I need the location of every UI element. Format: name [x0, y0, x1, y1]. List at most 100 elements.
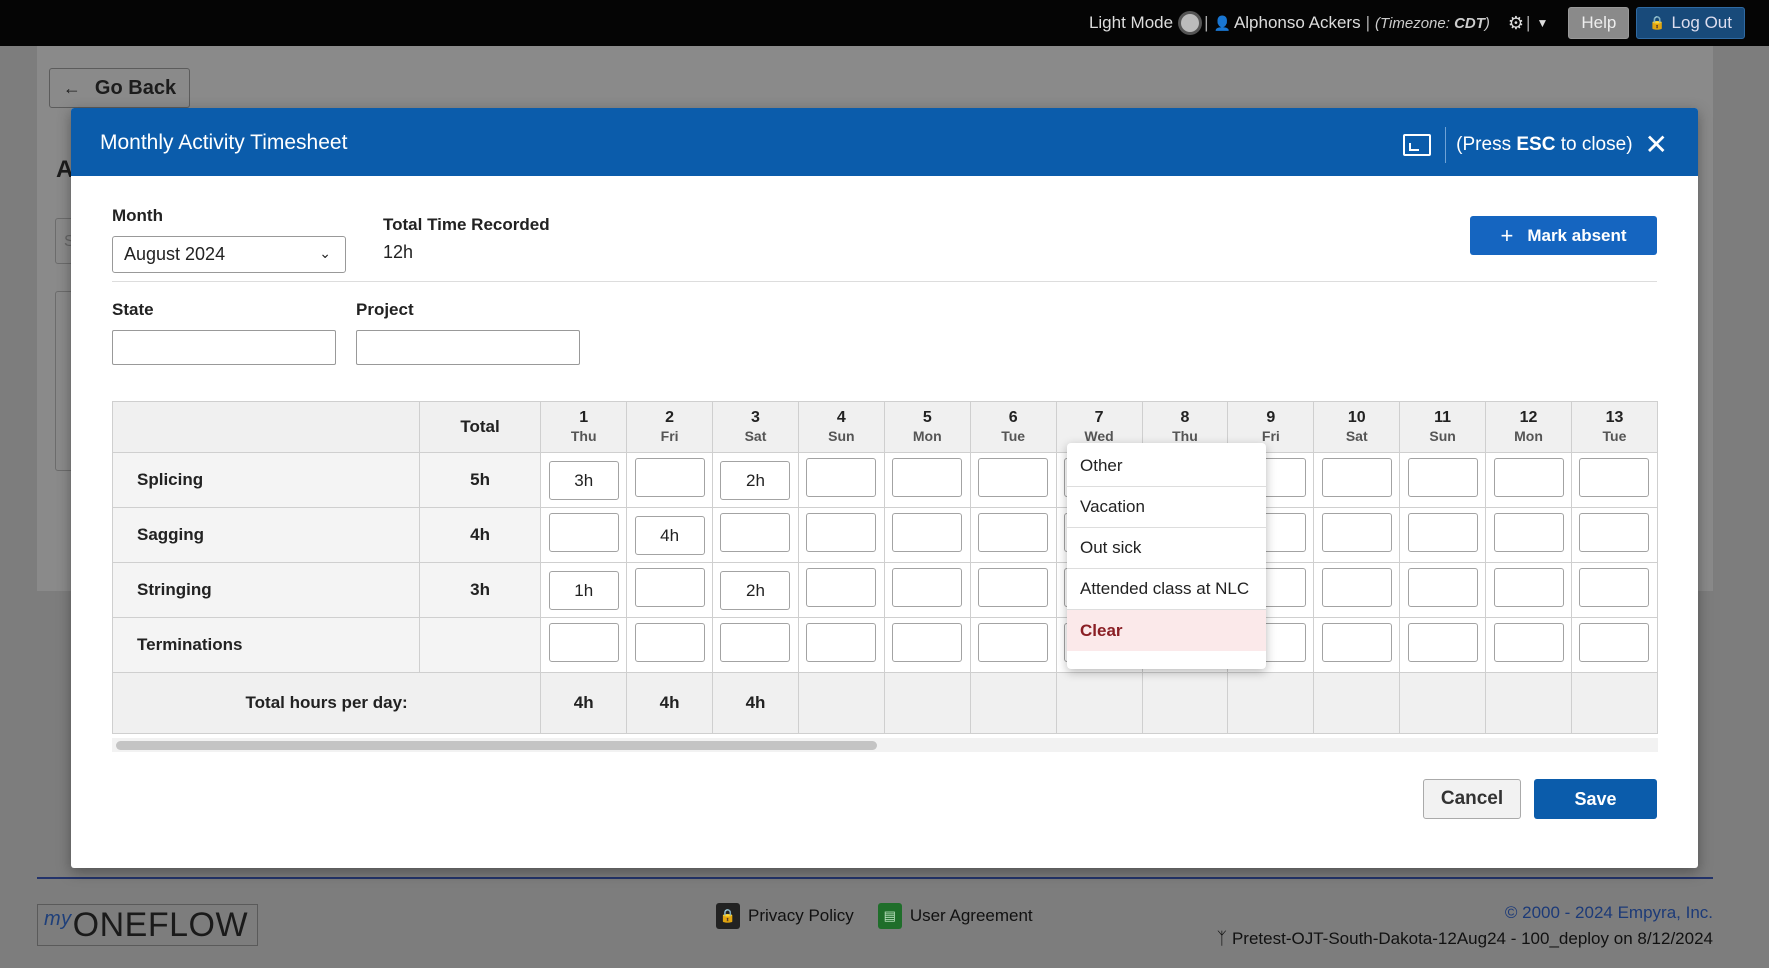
- hours-input[interactable]: [635, 623, 705, 662]
- hours-input[interactable]: [1494, 568, 1564, 607]
- go-back-button[interactable]: ← Go Back: [49, 68, 190, 108]
- privacy-policy-link[interactable]: 🔒 Privacy Policy: [716, 903, 854, 929]
- mark-absent-button[interactable]: + Mark absent: [1470, 216, 1657, 255]
- activity-total: [419, 618, 540, 673]
- hours-input[interactable]: [978, 623, 1048, 662]
- hours-cell: [541, 508, 627, 563]
- separator: |: [1526, 13, 1530, 33]
- save-button[interactable]: Save: [1534, 779, 1657, 819]
- hours-cell: [884, 508, 970, 563]
- hours-input[interactable]: [806, 513, 876, 552]
- hours-input[interactable]: [1408, 623, 1478, 662]
- day-weekday: Thu: [1143, 428, 1228, 444]
- hours-input[interactable]: [720, 513, 790, 552]
- hours-input[interactable]: [1579, 623, 1649, 662]
- separator: |: [1204, 13, 1208, 33]
- hours-cell: [1314, 618, 1400, 673]
- hours-input[interactable]: 1h: [549, 571, 619, 610]
- scrollbar-thumb[interactable]: [116, 741, 877, 750]
- hours-input[interactable]: [1408, 513, 1478, 552]
- hours-input[interactable]: [1408, 458, 1478, 497]
- user-agreement-link[interactable]: ▤ User Agreement: [878, 903, 1033, 929]
- help-button[interactable]: Help: [1568, 7, 1629, 39]
- hours-cell: [1571, 563, 1657, 618]
- cancel-button[interactable]: Cancel: [1423, 779, 1521, 819]
- copyright: © 2000 - 2024 Empyra, Inc.: [1505, 903, 1713, 923]
- month-select[interactable]: August 2024 ⌄: [112, 236, 346, 273]
- project-input[interactable]: [356, 330, 580, 365]
- modal-header: Monthly Activity Timesheet (Press ESC to…: [71, 108, 1698, 176]
- day-total: [1400, 673, 1486, 734]
- activity-label: Stringing: [113, 563, 420, 618]
- hours-input[interactable]: [1579, 458, 1649, 497]
- hours-input[interactable]: [1322, 513, 1392, 552]
- hours-input[interactable]: [1322, 623, 1392, 662]
- menu-item-clear[interactable]: Clear: [1067, 610, 1266, 651]
- day-weekday: Wed: [1057, 428, 1142, 444]
- hours-input[interactable]: [892, 623, 962, 662]
- hours-input[interactable]: [1494, 623, 1564, 662]
- hours-input[interactable]: 3h: [549, 461, 619, 500]
- total-time-value: 12h: [383, 242, 413, 263]
- hours-input[interactable]: [635, 568, 705, 607]
- light-mode-label: Light Mode: [1089, 13, 1173, 33]
- day-total: [1571, 673, 1657, 734]
- hours-input[interactable]: 2h: [720, 461, 790, 500]
- expand-icon[interactable]: [1403, 134, 1431, 156]
- hours-input[interactable]: 4h: [635, 516, 705, 555]
- activity-label: Terminations: [113, 618, 420, 673]
- hours-input[interactable]: [806, 568, 876, 607]
- hours-input[interactable]: [1494, 458, 1564, 497]
- hours-input[interactable]: [1322, 458, 1392, 497]
- day-weekday: Tue: [971, 428, 1056, 444]
- lock-icon: 🔒: [1649, 15, 1665, 31]
- hours-input[interactable]: [1579, 568, 1649, 607]
- hours-input[interactable]: [978, 513, 1048, 552]
- hours-input[interactable]: [892, 513, 962, 552]
- hours-input[interactable]: [1322, 568, 1392, 607]
- day-header: 3Sat: [713, 402, 799, 453]
- day-number: 1: [541, 410, 626, 426]
- hours-input[interactable]: 2h: [720, 571, 790, 610]
- state-input[interactable]: [112, 330, 336, 365]
- plus-icon: +: [1500, 223, 1513, 249]
- hours-input[interactable]: [1408, 568, 1478, 607]
- state-label: State: [112, 300, 154, 320]
- hours-cell: [1400, 618, 1486, 673]
- hours-cell: [1314, 508, 1400, 563]
- day-number: 3: [713, 410, 798, 426]
- hours-input[interactable]: [1579, 513, 1649, 552]
- hours-cell: [1486, 508, 1572, 563]
- menu-item-attended-class[interactable]: Attended class at NLC: [1067, 569, 1266, 610]
- gear-icon[interactable]: ⚙: [1508, 13, 1524, 34]
- close-icon[interactable]: ✕: [1645, 135, 1668, 155]
- day-total: [1314, 673, 1400, 734]
- hours-input[interactable]: [549, 623, 619, 662]
- hours-cell: 2h: [713, 453, 799, 508]
- hours-input[interactable]: [1494, 513, 1564, 552]
- totals-row: Total hours per day:4h4h4h: [113, 673, 1658, 734]
- day-number: 2: [627, 410, 712, 426]
- day-number: 12: [1486, 410, 1571, 426]
- hours-input[interactable]: [978, 458, 1048, 497]
- hours-input[interactable]: [635, 458, 705, 497]
- hours-input[interactable]: [806, 623, 876, 662]
- day-total: [970, 673, 1056, 734]
- hours-input[interactable]: [978, 568, 1048, 607]
- hours-cell: [713, 618, 799, 673]
- menu-item-out-sick[interactable]: Out sick: [1067, 528, 1266, 569]
- modal-header-actions: (Press ESC to close) ✕: [1403, 127, 1668, 163]
- hours-input[interactable]: [892, 568, 962, 607]
- light-mode-toggle[interactable]: Light Mode: [1089, 13, 1199, 33]
- menu-item-other[interactable]: Other: [1067, 446, 1266, 487]
- header-divider: [1445, 127, 1446, 163]
- hours-input[interactable]: [806, 458, 876, 497]
- horizontal-scrollbar[interactable]: [112, 738, 1658, 752]
- hours-cell: [1486, 618, 1572, 673]
- logout-button[interactable]: 🔒 Log Out: [1636, 7, 1745, 39]
- hours-input[interactable]: [549, 513, 619, 552]
- hours-input[interactable]: [720, 623, 790, 662]
- hours-input[interactable]: [892, 458, 962, 497]
- menu-item-vacation[interactable]: Vacation: [1067, 487, 1266, 528]
- chevron-down-icon[interactable]: ▼: [1536, 16, 1548, 30]
